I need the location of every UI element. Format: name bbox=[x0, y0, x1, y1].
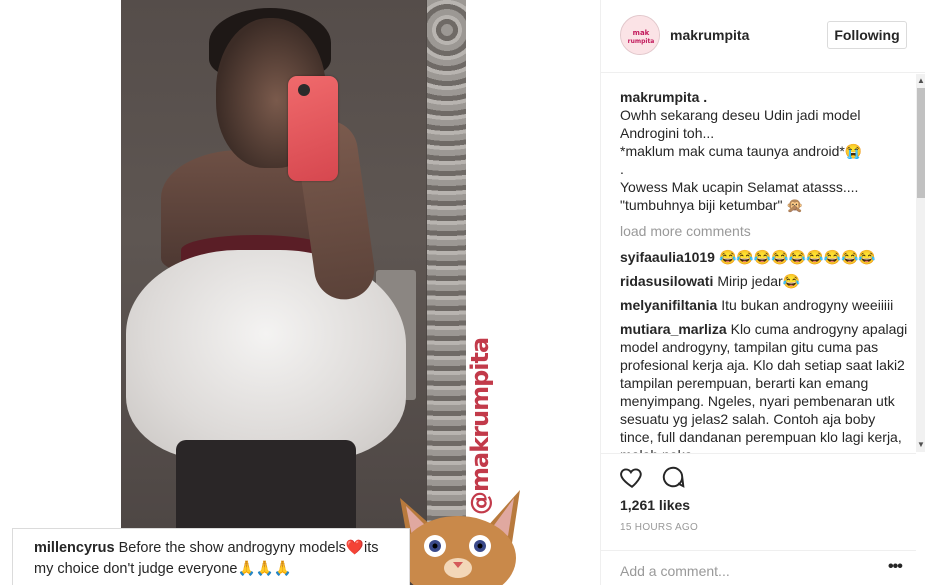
post-timestamp: 15 HOURS AGO bbox=[620, 522, 699, 533]
svg-text:rumpita: rumpita bbox=[628, 38, 655, 45]
comment-username[interactable]: melyanifiltania bbox=[620, 297, 717, 313]
post-actions: 1,261 likes 15 HOURS AGO bbox=[601, 453, 916, 543]
add-comment-bar: ••• bbox=[601, 550, 916, 585]
list-item: mutiara_marliza Klo cuma androgyny apalag… bbox=[620, 320, 909, 453]
caption-line: Yowess Mak ucapin Selamat atasss.... bbox=[620, 179, 859, 195]
comment-text: Mirip jedar😂 bbox=[717, 273, 801, 289]
scroll-down-arrow-icon[interactable]: ▼ bbox=[917, 440, 925, 450]
scroll-up-arrow-icon[interactable]: ▲ bbox=[917, 76, 925, 86]
comments-scrollbar[interactable]: ▲ ▼ bbox=[916, 74, 925, 452]
more-options-icon[interactable]: ••• bbox=[888, 559, 908, 578]
avatar[interactable]: mak rumpita bbox=[620, 15, 660, 55]
comment-username[interactable]: syifaaulia1019 bbox=[620, 249, 715, 265]
author-username[interactable]: makrumpita bbox=[670, 27, 749, 43]
caption-line: *maklum mak cuma taunya android*😭 bbox=[620, 143, 863, 159]
phone-lens bbox=[298, 84, 310, 96]
heart-icon[interactable] bbox=[619, 464, 645, 490]
overlay-comment-user: millencyrus bbox=[34, 540, 115, 556]
caption-username[interactable]: makrumpita . bbox=[620, 89, 707, 105]
comment-text: Itu bukan androgyny weeiiiii bbox=[721, 297, 894, 313]
avatar-logo-icon: mak rumpita bbox=[621, 16, 659, 54]
caption: makrumpita . Owhh sekarang deseu Udin ja… bbox=[620, 88, 909, 214]
list-item: ridasusilowati Mirip jedar😂 bbox=[620, 272, 909, 290]
comments-list: makrumpita . Owhh sekarang deseu Udin ja… bbox=[620, 88, 909, 453]
list-item: syifaaulia1019 😂😂😂😂😂😂😂😂😂 bbox=[620, 248, 909, 266]
add-comment-input[interactable] bbox=[620, 561, 870, 581]
cat-sticker bbox=[400, 490, 520, 585]
comment-username[interactable]: ridasusilowati bbox=[620, 273, 713, 289]
phone bbox=[288, 76, 338, 181]
comment-text: Klo cuma androgyny apalagi model androgy… bbox=[620, 321, 908, 453]
scroll-thumb[interactable] bbox=[917, 88, 925, 198]
speech-bubble-icon[interactable] bbox=[660, 464, 686, 490]
comment-text: 😂😂😂😂😂😂😂😂😂 bbox=[718, 249, 876, 265]
load-more-comments-link[interactable]: load more comments bbox=[620, 222, 909, 240]
list-item: melyanifiltania Itu bukan androgyny weeii… bbox=[620, 296, 909, 314]
caption-line: Owhh sekarang deseu Udin jadi model bbox=[620, 107, 861, 123]
comment-username[interactable]: mutiara_marliza bbox=[620, 321, 727, 337]
svg-text:mak: mak bbox=[633, 29, 650, 37]
overlay-comment: millencyrus Before the show androgyny mo… bbox=[12, 528, 410, 585]
post-sidebar: mak rumpita makrumpita Following makrump… bbox=[600, 0, 925, 585]
post-header: mak rumpita makrumpita Following bbox=[601, 0, 925, 73]
post-photo[interactable]: @makrumpita millencyrus Before the show … bbox=[0, 0, 600, 585]
mirror-panel bbox=[121, 0, 426, 585]
following-button[interactable]: Following bbox=[827, 21, 907, 49]
caption-line: Androgini toh... bbox=[620, 125, 715, 141]
caption-line: "tumbuhnya biji ketumbar" 🙊 bbox=[620, 197, 804, 213]
likes-count[interactable]: 1,261 likes bbox=[620, 497, 690, 513]
caption-line: . bbox=[620, 161, 624, 177]
